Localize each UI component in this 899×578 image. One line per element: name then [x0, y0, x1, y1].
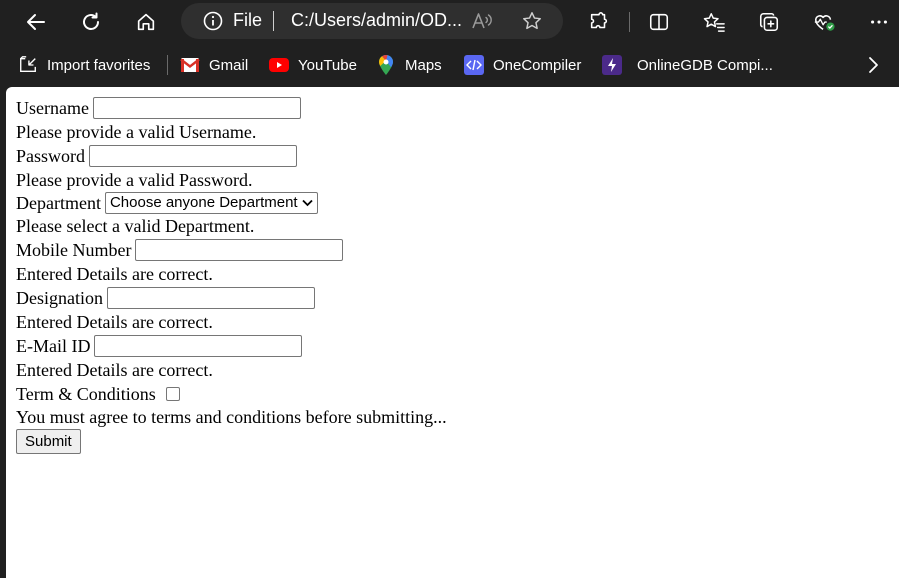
terms-row: Term & Conditions: [16, 381, 447, 406]
favorite-label: OnlineGDB Compi...: [637, 56, 773, 74]
browser-toolbar: File C:/Users/admin/OD...: [0, 0, 899, 44]
favorite-label: YouTube: [298, 56, 357, 74]
favorite-label: Gmail: [209, 56, 249, 74]
import-icon: [18, 55, 38, 75]
address-bar[interactable]: File C:/Users/admin/OD...: [181, 3, 563, 39]
favorite-label: OneCompiler: [493, 56, 582, 74]
mobile-number-input[interactable]: [135, 239, 344, 261]
terms-checkbox[interactable]: [165, 386, 180, 401]
favorite-import-favorites[interactable]: Import favorites: [18, 54, 150, 76]
favorite-maps[interactable]: Maps: [376, 54, 442, 76]
password-label: Password: [16, 146, 86, 166]
address-url[interactable]: C:/Users/admin/OD...: [291, 10, 462, 31]
department-row: Department Choose anyone Department: [16, 191, 447, 215]
address-divider: [273, 11, 274, 31]
collections-icon[interactable]: [753, 6, 785, 38]
home-icon[interactable]: [130, 6, 162, 38]
more-icon[interactable]: [863, 6, 895, 38]
email-validation-message: Entered Details are correct.: [16, 360, 213, 380]
username-row: Username: [16, 95, 447, 121]
department-select[interactable]: Choose anyone Department: [104, 192, 318, 214]
favorite-label: Maps: [405, 56, 442, 74]
username-validation-message: Please provide a valid Username.: [16, 122, 257, 142]
designation-label: Designation: [16, 288, 103, 308]
favorite-gmail[interactable]: Gmail: [180, 54, 248, 76]
favorite-star-icon[interactable]: [521, 10, 543, 36]
designation-validation-message: Entered Details are correct.: [16, 312, 213, 332]
department-label: Department: [16, 193, 101, 213]
mobile-validation-message: Entered Details are correct.: [16, 264, 213, 284]
favorite-youtube[interactable]: YouTube: [269, 54, 357, 76]
mobile-label: Mobile Number: [16, 240, 132, 260]
page-content: Username Please provide a valid Username…: [6, 87, 899, 578]
username-label: Username: [16, 98, 89, 118]
favorites-divider: [167, 55, 168, 75]
favorite-onlinegdb[interactable]: OnlineGDB Compi...: [602, 54, 773, 76]
email-label: E-Mail ID: [16, 336, 91, 356]
maps-icon: [376, 55, 396, 75]
gmail-icon: [180, 55, 200, 75]
department-validation-message: Please select a valid Department.: [16, 216, 255, 236]
favorites-bar: Import favorites Gmail YouTube Maps OneC…: [0, 44, 899, 86]
favorites-icon[interactable]: [698, 6, 730, 38]
submit-button[interactable]: Submit: [16, 429, 81, 454]
info-icon[interactable]: [203, 11, 223, 35]
split-screen-icon[interactable]: [643, 6, 675, 38]
registration-form: Username Please provide a valid Username…: [16, 95, 447, 454]
email-row: E-Mail ID: [16, 333, 447, 359]
youtube-icon: [269, 55, 289, 75]
chevron-down-icon: [301, 192, 313, 214]
username-input[interactable]: [92, 97, 301, 119]
password-input[interactable]: [89, 145, 298, 167]
back-arrow-icon[interactable]: [20, 6, 52, 38]
terms-validation-message: You must agree to terms and conditions b…: [16, 407, 447, 427]
password-validation-message: Please provide a valid Password.: [16, 170, 253, 190]
read-aloud-icon[interactable]: [471, 11, 493, 35]
onlinegdb-icon: [602, 55, 622, 75]
favorite-onecompiler[interactable]: OneCompiler: [464, 54, 581, 76]
extensions-icon[interactable]: [583, 6, 615, 38]
toolbar-divider: [629, 12, 630, 32]
chevron-right-icon[interactable]: [862, 54, 884, 76]
designation-input[interactable]: [107, 287, 315, 309]
mobile-row: Mobile Number: [16, 237, 447, 263]
email-input[interactable]: [94, 335, 303, 357]
password-row: Password: [16, 143, 447, 169]
favorite-label: Import favorites: [47, 56, 151, 74]
designation-row: Designation: [16, 285, 447, 311]
department-selected-value: Choose anyone Department: [109, 194, 298, 211]
address-scheme: File: [233, 10, 263, 30]
terms-label: Term & Conditions: [16, 383, 156, 404]
browser-essentials-icon[interactable]: [808, 6, 840, 38]
refresh-icon[interactable]: [75, 6, 107, 38]
onecompiler-icon: [464, 55, 484, 75]
